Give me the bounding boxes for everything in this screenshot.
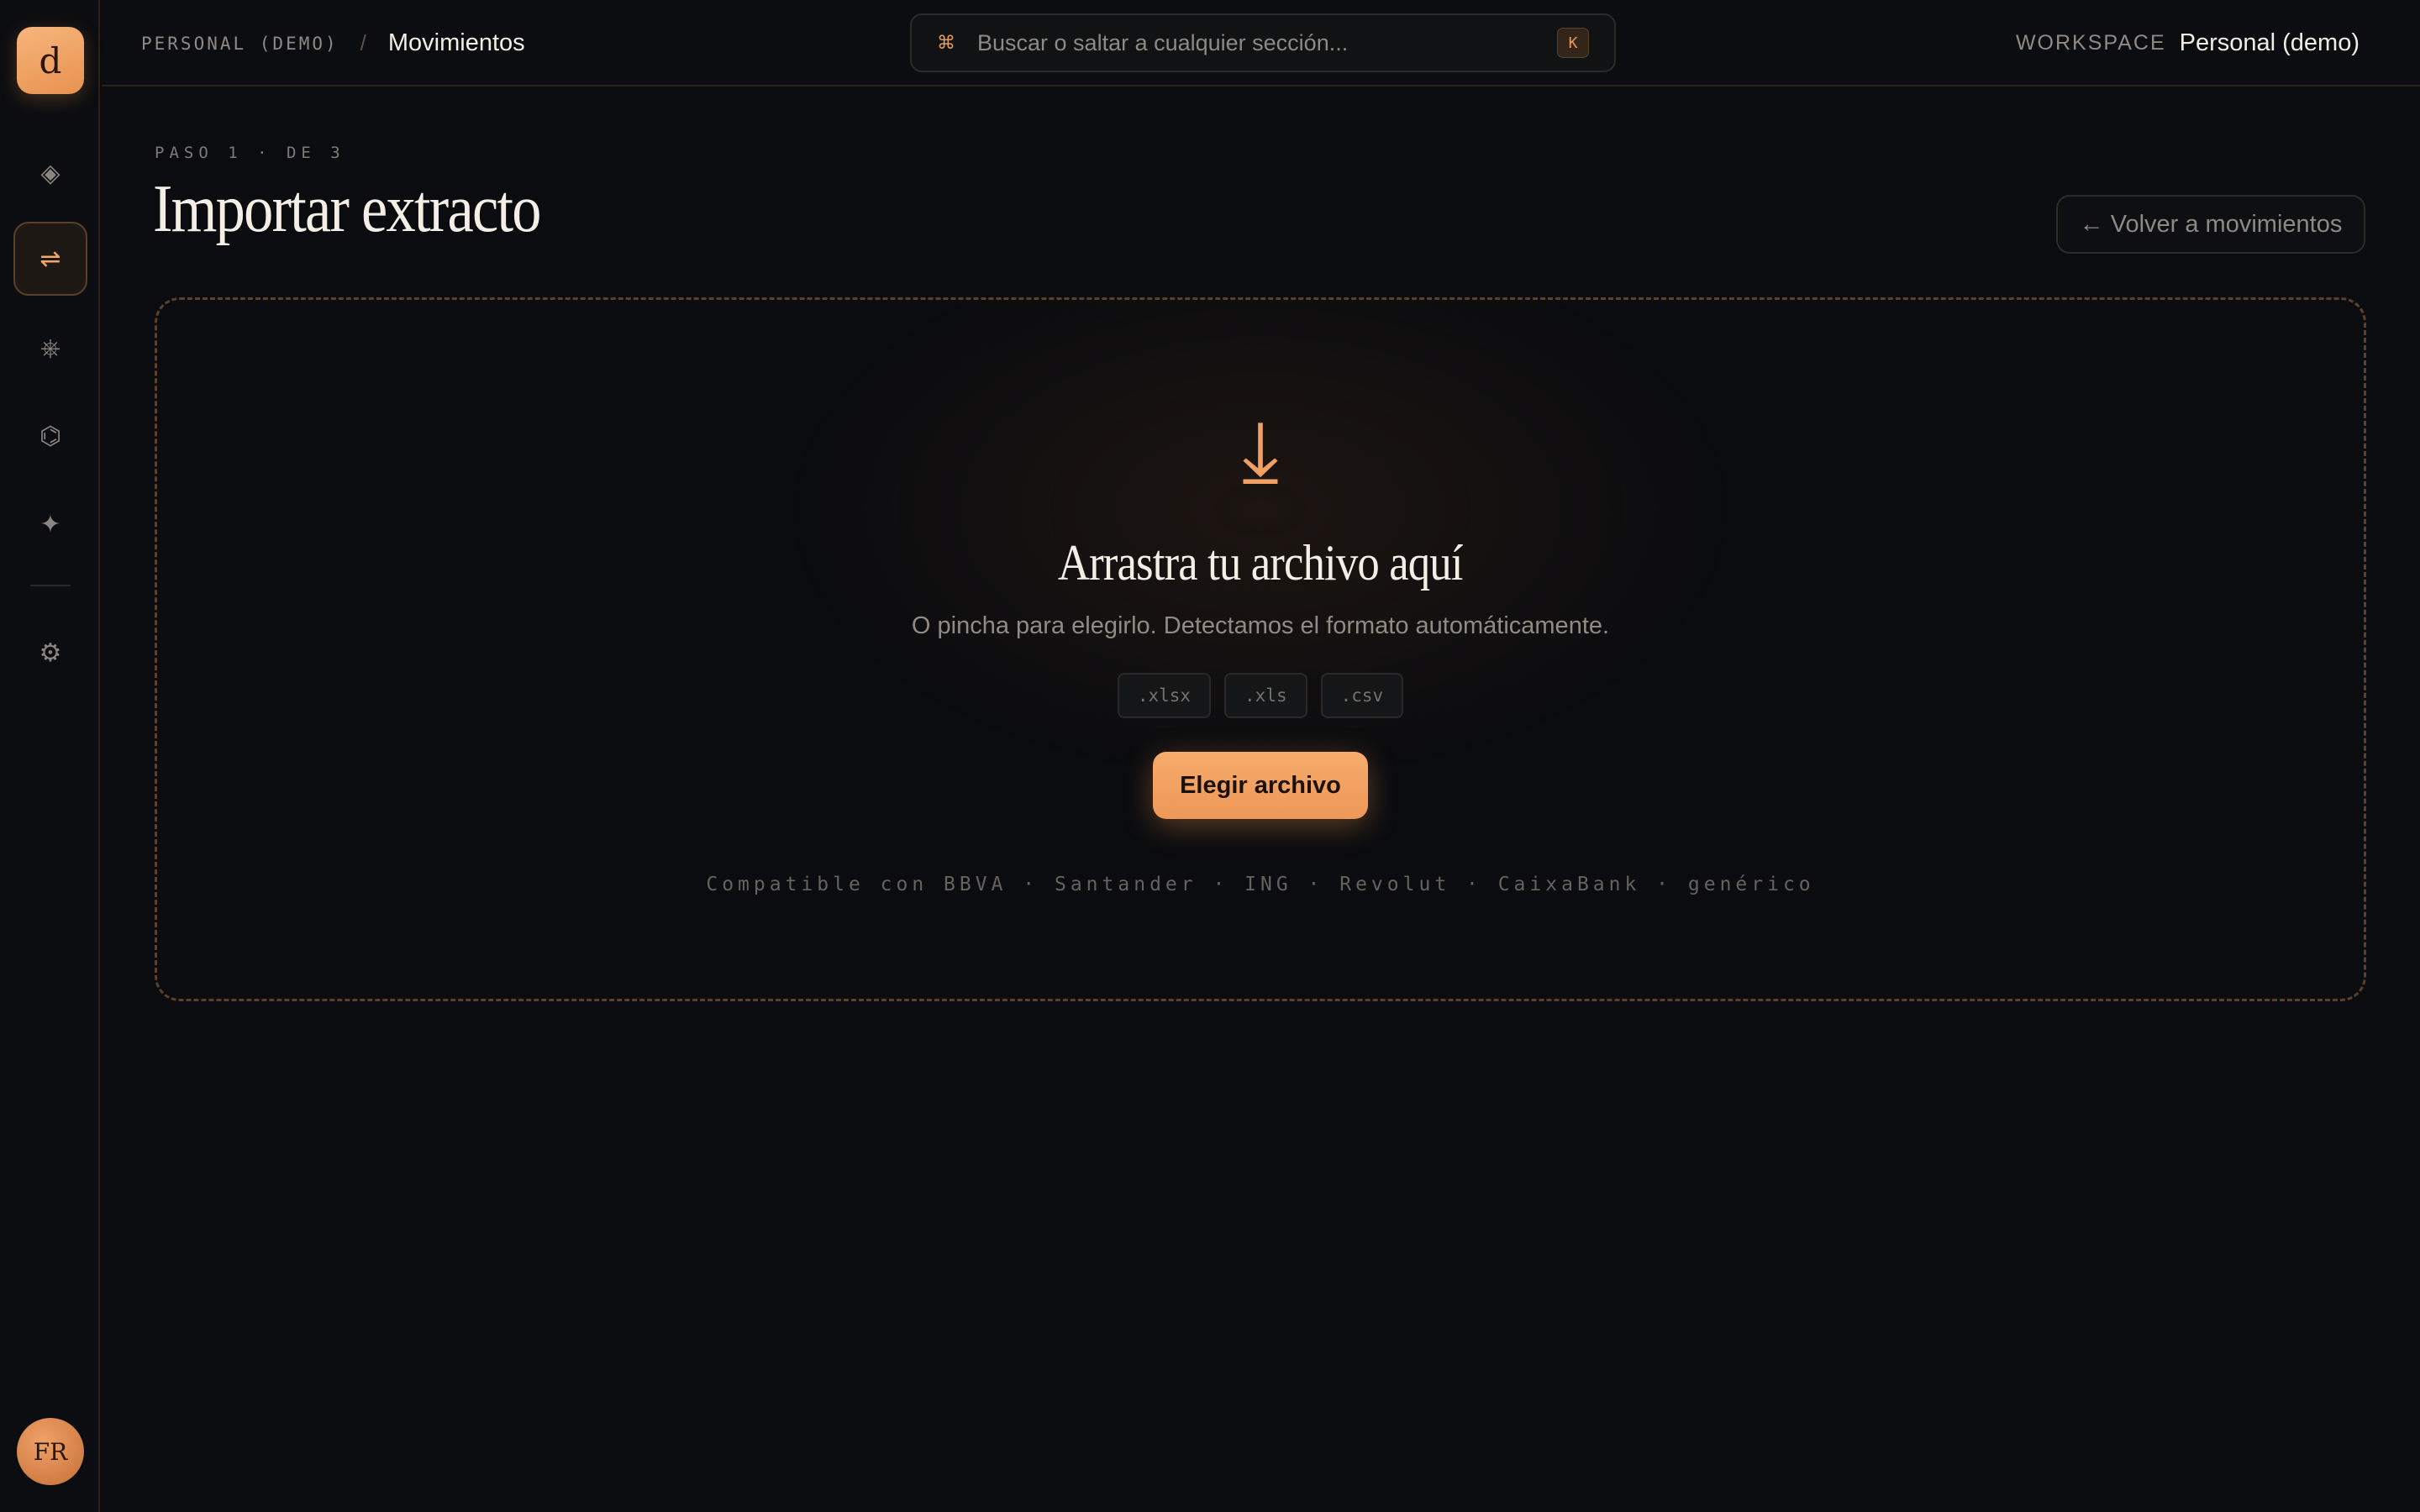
sidebar-divider	[30, 585, 71, 586]
search-bar[interactable]: ⌘ K	[910, 13, 1616, 72]
step-indicator: PASO 1 · DE 3	[155, 144, 345, 162]
page-title: Importar extracto	[153, 172, 541, 246]
format-chips: .xlsx .xls .csv	[157, 673, 2364, 718]
transactions-icon[interactable]: ⇌	[13, 222, 87, 296]
topbar: PERSONAL (DEMO) / Movimientos ⌘ K WORKSP…	[102, 0, 2420, 87]
accounts-icon[interactable]: ⌬	[13, 399, 87, 473]
user-avatar[interactable]: FR	[17, 1418, 84, 1485]
format-chip-xlsx: .xlsx	[1117, 673, 1212, 718]
app-logo[interactable]: d	[17, 27, 84, 94]
command-icon: ⌘	[937, 32, 955, 54]
dropzone-subtitle: O pincha para elegirlo. Detectamos el fo…	[911, 612, 1610, 639]
workspace-name[interactable]: Personal (demo)	[2180, 29, 2360, 57]
choose-file-button[interactable]: Elegir archivo	[1153, 752, 1368, 819]
breadcrumb-workspace[interactable]: PERSONAL (DEMO)	[141, 34, 339, 54]
gear-icon[interactable]: ⚙	[13, 616, 87, 690]
dropzone-title: Arrastra tu archivo aquí	[157, 534, 2364, 592]
breadcrumb-separator: /	[360, 30, 366, 55]
back-to-transactions-button[interactable]: ← Volver a movimientos	[2056, 195, 2365, 254]
search-input[interactable]	[977, 29, 1557, 56]
format-chip-xls: .xls	[1224, 673, 1307, 718]
insights-icon[interactable]: ✦	[13, 487, 87, 561]
download-arrow-icon: ⤓	[1241, 402, 1280, 500]
file-dropzone[interactable]: ⤓ Arrastra tu archivo aquí O pincha para…	[155, 297, 2366, 1001]
workspace-switcher[interactable]: WORKSPACE Personal (demo)	[2016, 0, 2360, 87]
breadcrumb-current: Movimientos	[387, 29, 525, 56]
breadcrumb: PERSONAL (DEMO) / Movimientos	[141, 0, 525, 87]
format-chip-csv: .csv	[1320, 673, 1404, 718]
dropzone-title-text: Arrastra tu archivo aquí	[1058, 535, 1464, 591]
sidebar: d ◈ ⇌ ⎈ ⌬ ✦ ⚙ FR	[0, 0, 100, 1512]
dashboard-icon[interactable]: ◈	[13, 136, 87, 210]
compatible-banks-text: Compatible con BBVA · Santander · ING · …	[706, 874, 1815, 895]
categories-icon[interactable]: ⎈	[13, 311, 87, 385]
shortcut-key-badge: K	[1557, 28, 1589, 58]
workspace-label: WORKSPACE	[2015, 31, 2166, 55]
